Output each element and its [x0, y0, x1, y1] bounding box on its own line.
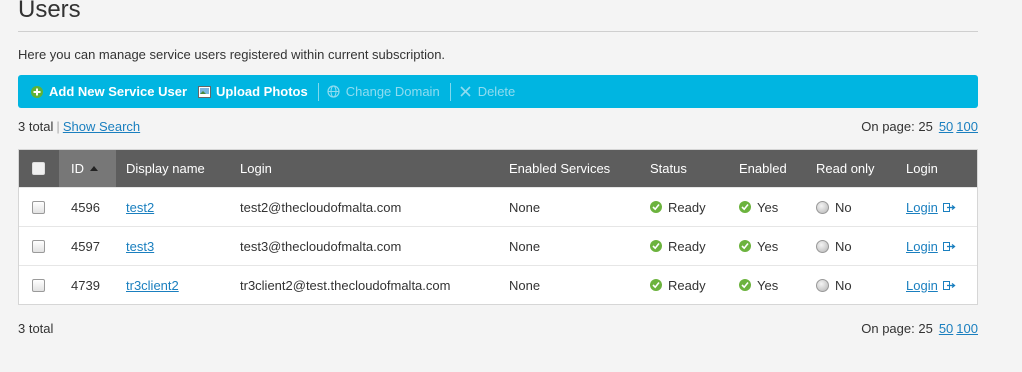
user-id: 4739 — [71, 277, 100, 293]
read-only-text: No — [835, 238, 852, 254]
page-size-50[interactable]: 50 — [939, 321, 953, 336]
column-header-login[interactable]: Login — [230, 150, 499, 187]
user-services: None — [509, 277, 541, 293]
user-login: test2@thecloudofmalta.com — [240, 199, 402, 215]
login-link[interactable]: Login — [906, 200, 938, 215]
user-id: 4597 — [71, 238, 100, 254]
page-size-25: 25 — [918, 119, 933, 134]
toolbar-separator — [317, 82, 319, 101]
delete-button[interactable]: Delete — [459, 84, 516, 99]
user-login: test3@thecloudofmalta.com — [240, 238, 402, 254]
user-name-link[interactable]: tr3client2 — [126, 278, 179, 293]
page-size-25: 25 — [918, 321, 933, 336]
show-search-link[interactable]: Show Search — [63, 119, 140, 134]
check-icon — [650, 201, 662, 213]
upload-photos-button[interactable]: Upload Photos — [197, 84, 308, 99]
toolbar-separator — [449, 82, 451, 101]
add-user-button[interactable]: Add New Service User — [30, 84, 187, 99]
external-login-icon — [942, 280, 956, 290]
column-header-id[interactable]: ID — [59, 150, 116, 187]
radio-off-icon — [816, 239, 829, 253]
users-table: ID Display name Login Enabled Services S… — [18, 149, 978, 305]
user-login: tr3client2@test.thecloudofmalta.com — [240, 277, 451, 293]
user-name-link[interactable]: test2 — [126, 200, 154, 215]
read-only-text: No — [835, 199, 852, 215]
user-services: None — [509, 199, 541, 215]
column-header-login-action: Login — [906, 161, 938, 176]
user-id: 4596 — [71, 199, 100, 215]
enabled-text: Yes — [757, 277, 779, 293]
status-text: Ready — [668, 199, 706, 215]
column-header-enabled[interactable]: Enabled — [729, 150, 806, 187]
page-size-50[interactable]: 50 — [939, 119, 953, 134]
on-page-label: On page: — [861, 119, 915, 134]
column-header-display-name[interactable]: Display name — [116, 150, 230, 187]
close-icon — [459, 85, 473, 99]
external-login-icon — [942, 202, 956, 212]
upload-photos-label: Upload Photos — [216, 84, 308, 99]
check-icon — [650, 240, 662, 252]
login-link[interactable]: Login — [906, 239, 938, 254]
user-services: None — [509, 238, 541, 254]
page-size-selector: On page: 25 50 100 — [861, 321, 978, 336]
check-icon — [650, 279, 662, 291]
table-row: 4739 tr3client2 tr3client2@test.thecloud… — [19, 265, 977, 304]
image-icon — [197, 85, 211, 99]
action-toolbar: Add New Service User Upload Photos Chang… — [18, 75, 978, 108]
users-page: Users Here you can manage service users … — [0, 0, 1022, 372]
check-icon — [739, 240, 751, 252]
table-row: 4596 test2 test2@thecloudofmalta.com Non… — [19, 187, 977, 226]
page-size-selector: On page: 25 50 100 — [861, 119, 978, 134]
total-count: 3 total — [18, 321, 54, 336]
select-all-cell — [19, 150, 59, 187]
user-name-link[interactable]: test3 — [126, 239, 154, 254]
enabled-text: Yes — [757, 199, 779, 215]
total-count: 3 total — [18, 119, 54, 134]
table-row: 4597 test3 test3@thecloudofmalta.com Non… — [19, 226, 977, 265]
change-domain-button[interactable]: Change Domain — [327, 84, 440, 99]
read-only-text: No — [835, 277, 852, 293]
status-text: Ready — [668, 238, 706, 254]
row-checkbox[interactable] — [32, 200, 45, 214]
external-login-icon — [942, 241, 956, 251]
page-intro: Here you can manage service users regist… — [18, 47, 446, 62]
radio-off-icon — [816, 278, 829, 292]
row-checkbox[interactable] — [32, 278, 45, 292]
page-size-100[interactable]: 100 — [956, 321, 978, 336]
column-header-status[interactable]: Status — [640, 150, 729, 187]
enabled-text: Yes — [757, 238, 779, 254]
column-header-read-only[interactable]: Read only — [806, 150, 896, 187]
delete-label: Delete — [477, 84, 516, 99]
top-summary-bar: 3 total | Show Search On page: 25 50 100 — [18, 119, 978, 134]
sort-ascending-icon — [90, 166, 98, 171]
page-size-100[interactable]: 100 — [956, 119, 978, 134]
table-header: ID Display name Login Enabled Services S… — [19, 150, 977, 187]
login-link[interactable]: Login — [906, 278, 938, 293]
row-checkbox[interactable] — [32, 239, 45, 253]
title-divider — [18, 31, 978, 32]
check-icon — [739, 201, 751, 213]
bottom-summary-bar: 3 total On page: 25 50 100 — [18, 321, 978, 336]
column-header-enabled-services[interactable]: Enabled Services — [499, 150, 640, 187]
add-user-label: Add New Service User — [49, 84, 188, 99]
check-icon — [739, 279, 751, 291]
page-title: Users — [18, 0, 81, 23]
plus-icon — [30, 85, 44, 99]
globe-icon — [327, 85, 341, 99]
status-text: Ready — [668, 277, 706, 293]
change-domain-label: Change Domain — [345, 84, 440, 99]
select-all-checkbox[interactable] — [32, 162, 45, 175]
on-page-label: On page: — [861, 321, 915, 336]
radio-off-icon — [816, 200, 829, 214]
